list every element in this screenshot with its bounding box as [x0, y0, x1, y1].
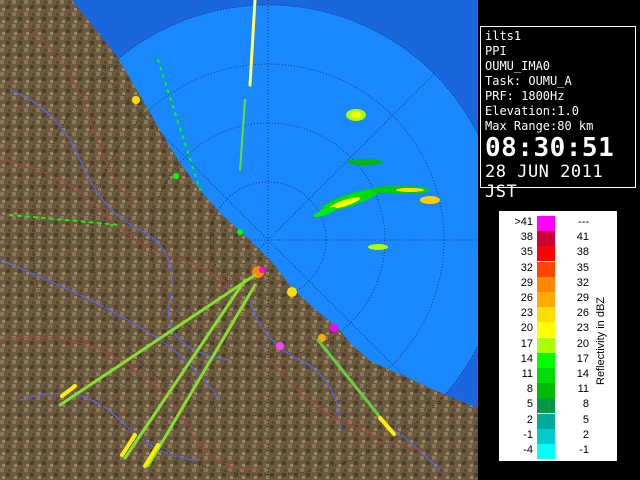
legend-row: 32 35	[499, 261, 599, 277]
date-display: 28 JUN 2011 JST	[485, 162, 604, 202]
legend-upper-value: 32	[576, 276, 589, 289]
legend-row: 20 23	[499, 322, 599, 338]
legend-upper-value: 11	[577, 383, 589, 396]
legend-lower-value: 11	[521, 368, 533, 380]
legend-upper-value: 17	[576, 352, 589, 365]
legend-row: 14 17	[499, 352, 599, 368]
legend-swatch	[537, 231, 555, 247]
task-label: Task: OUMU_A	[485, 74, 572, 88]
station-name: ilts1	[485, 29, 522, 43]
legend-lower-value: 32	[520, 261, 533, 274]
legend-swatch	[537, 322, 555, 338]
info-box: ilts1 PPI OUMU_IMA0 Task: OUMU_A PRF: 18…	[480, 26, 636, 202]
legend-upper-value: 8	[582, 398, 589, 411]
legend-lower-value: -4	[523, 444, 533, 456]
legend-swatch	[537, 246, 555, 262]
legend-upper-value: ---	[578, 216, 589, 228]
legend-lower-value: 20	[520, 322, 533, 335]
legend-swatch	[537, 261, 555, 277]
legend-row: 58	[499, 398, 599, 414]
legend-lower-value: -1	[523, 428, 533, 441]
legend-upper-value: -1	[579, 444, 589, 456]
legend-swatch	[537, 368, 555, 383]
time-display: 08:30:51	[485, 133, 615, 163]
legend-lower-value: 14	[520, 352, 533, 365]
legend-row: 11 14	[499, 368, 599, 383]
legend-lower-value: 17	[520, 337, 533, 350]
max-range-label: Max Range:80 km	[485, 119, 594, 133]
legend-swatch	[537, 444, 555, 459]
legend-title: Reflectivity in dBZ	[595, 296, 607, 386]
legend-lower-value: 2	[526, 413, 533, 426]
legend-upper-value: 2	[582, 428, 589, 441]
legend-row: 17 20	[499, 337, 599, 353]
legend-lower-value: 5	[526, 398, 533, 411]
product-type: PPI	[485, 44, 507, 58]
legend-swatch	[537, 398, 555, 414]
legend-upper-value: 38	[576, 246, 589, 259]
legend-lower-value: 35	[520, 246, 533, 259]
legend-lower-value: 29	[520, 276, 533, 289]
legend-upper-value: 29	[576, 292, 589, 304]
legend-row: -4 -1	[499, 444, 599, 459]
elevation-label: Elevation:1.0	[485, 104, 579, 118]
radar-map	[0, 0, 478, 480]
legend-lower-value: 38	[520, 231, 533, 244]
legend-upper-value: 5	[582, 413, 589, 426]
color-legend: >41 --- 38 41 35 38 32 35 29 32 26 29 23 26 20 23 17 20 14…	[498, 210, 618, 462]
legend-upper-value: 23	[576, 322, 589, 335]
legend-lower-value: >41	[514, 216, 533, 228]
legend-lower-value: 8	[526, 383, 533, 396]
prf-label: PRF: 1800Hz	[485, 89, 565, 103]
side-panel: ilts1 PPI OUMU_IMA0 Task: OUMU_A PRF: 18…	[478, 0, 640, 480]
legend-upper-value: 41	[576, 231, 589, 244]
legend-swatch	[537, 292, 555, 307]
legend-swatch	[537, 413, 555, 429]
legend-row: 8 11	[499, 383, 599, 399]
legend-upper-value: 14	[576, 368, 589, 380]
legend-swatch	[537, 216, 555, 231]
legend-row: 26 29	[499, 292, 599, 307]
legend-row: 29 32	[499, 276, 599, 292]
legend-lower-value: 23	[520, 307, 533, 320]
legend-row: >41 ---	[499, 216, 599, 231]
legend-lower-value: 26	[520, 292, 533, 304]
legend-swatch	[537, 383, 555, 399]
legend-swatch	[537, 307, 555, 323]
legend-row: 25	[499, 413, 599, 429]
legend-upper-value: 26	[576, 307, 589, 320]
site-id: OUMU_IMA0	[485, 59, 551, 73]
legend-row: -1 2	[499, 428, 599, 444]
legend-row: 35 38	[499, 246, 599, 262]
legend-row: 23 26	[499, 307, 599, 323]
legend-swatch	[537, 428, 555, 444]
legend-upper-value: 35	[576, 261, 589, 274]
legend-swatch	[537, 352, 555, 368]
legend-swatch	[537, 276, 555, 292]
legend-swatch	[537, 337, 555, 353]
legend-upper-value: 20	[576, 337, 589, 350]
legend-row: 38 41	[499, 231, 599, 247]
